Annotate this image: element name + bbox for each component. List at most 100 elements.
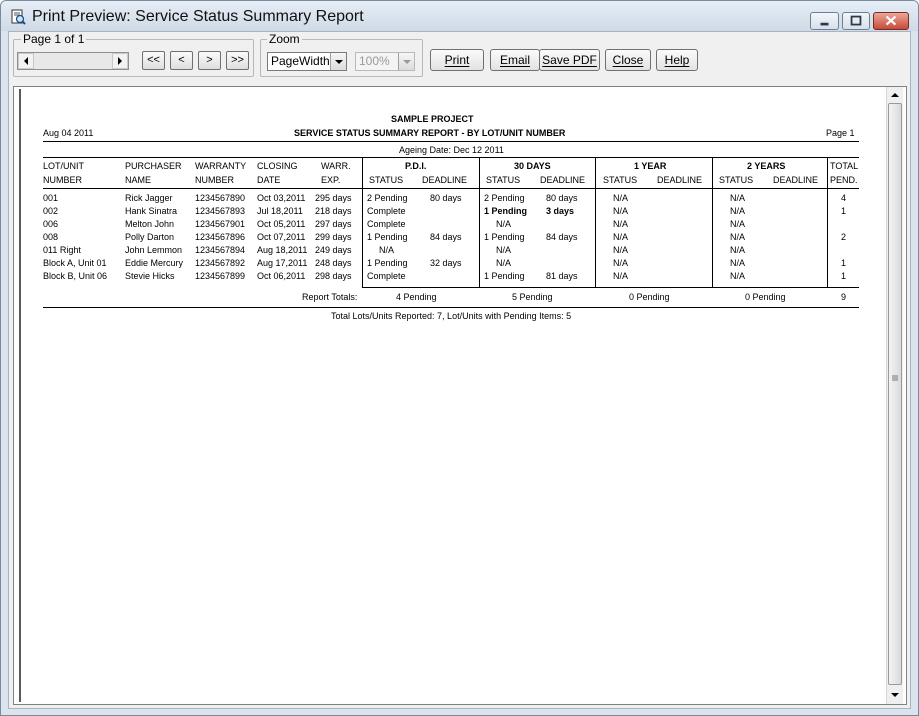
chevron-down-icon: [403, 60, 411, 64]
close-button-label: Close: [612, 53, 644, 67]
totals-rule: [362, 287, 859, 288]
col-1year-deadline: DEADLINE: [657, 175, 703, 185]
thirty-day-status-cell: 1 Pending: [484, 271, 525, 281]
ageing-rule: [43, 157, 859, 158]
close-button[interactable]: Close: [605, 49, 651, 71]
email-button-label: Email: [499, 53, 530, 67]
warranty-cell: 1234567894: [195, 245, 246, 255]
print-preview-icon: [11, 9, 26, 25]
warranty-cell: 1234567896: [195, 232, 246, 242]
next-page-button[interactable]: >: [198, 51, 221, 70]
purchaser-cell: John Lemmon: [125, 245, 183, 255]
one-year-status-cell: N/A: [613, 232, 629, 242]
closing-date-cell: Oct 03,2011: [257, 193, 306, 203]
one-year-status-cell: N/A: [613, 219, 629, 229]
totals-pending: 9: [841, 292, 847, 302]
close-window-button[interactable]: [873, 12, 909, 30]
col-divider-pdi: [362, 157, 363, 287]
print-button[interactable]: Print: [430, 49, 484, 71]
pdi-status-cell: 1 Pending: [367, 232, 408, 242]
preview-pane[interactable]: SAMPLE PROJECT Aug 04 2011 SERVICE STATU…: [13, 86, 907, 705]
previous-page-button[interactable]: <: [170, 51, 193, 70]
totals-pdi: 4 Pending: [396, 292, 437, 302]
col-30days: 30 DAYS: [514, 161, 551, 171]
save-pdf-button-label: Save PDF: [542, 53, 597, 67]
zoom-mode-dropdown-button[interactable]: [330, 53, 346, 70]
vertical-scrollbar[interactable]: [886, 87, 903, 704]
two-year-status-cell: N/A: [730, 245, 746, 255]
lot-cell: 002: [43, 206, 59, 216]
col-warranty-2: NUMBER: [195, 175, 235, 185]
totals-30days: 5 Pending: [512, 292, 553, 302]
warranty-cell: 1234567901: [195, 219, 246, 229]
pdi-status-cell: N/A: [379, 245, 395, 255]
warranty-exp-cell: 249 days: [315, 245, 352, 255]
report-project: SAMPLE PROJECT: [391, 114, 474, 124]
print-button-label: Print: [444, 53, 470, 67]
col-closing-2: DATE: [257, 175, 281, 185]
purchaser-cell: Eddie Mercury: [125, 258, 184, 268]
first-page-button[interactable]: <<: [142, 51, 165, 70]
closing-date-cell: Aug 17,2011: [257, 258, 308, 268]
scroll-left-button[interactable]: [18, 53, 34, 69]
scroll-down-button[interactable]: [887, 687, 903, 703]
thirty-day-status-cell: N/A: [496, 219, 512, 229]
pdi-deadline-cell: 84 days: [430, 232, 462, 242]
col-1year-status: STATUS: [603, 175, 638, 185]
col-divider-1year: [595, 157, 596, 287]
col-pdi-deadline: DEADLINE: [422, 175, 468, 185]
lot-cell: 001: [43, 193, 59, 203]
thirty-day-deadline-cell: 80 days: [546, 193, 578, 203]
lot-cell: Block A, Unit 01: [43, 258, 107, 268]
zoom-mode-select[interactable]: PageWidth: [267, 52, 347, 71]
column-header-rule: [43, 188, 859, 189]
col-1year: 1 YEAR: [634, 161, 667, 171]
pdi-status-cell: 1 Pending: [367, 258, 408, 268]
thirty-day-status-cell: 2 Pending: [484, 193, 525, 203]
pdi-status-cell: Complete: [367, 206, 406, 216]
scroll-thumb[interactable]: [888, 103, 902, 685]
minimize-button[interactable]: [810, 12, 839, 30]
lot-cell: Block B, Unit 06: [43, 271, 108, 281]
zoom-group: Zoom PageWidth 100%: [260, 32, 423, 77]
col-warr-1: WARR.: [321, 161, 351, 171]
scroll-up-button[interactable]: [887, 87, 903, 103]
help-button[interactable]: Help: [656, 49, 698, 71]
zoom-percent-dropdown-button[interactable]: [398, 53, 414, 70]
report-page-number: Page 1: [826, 128, 855, 138]
maximize-icon: [850, 15, 862, 26]
arrow-left-icon: [24, 57, 28, 65]
closing-date-cell: Jul 18,2011: [257, 206, 303, 216]
col-closing-1: CLOSING: [257, 161, 298, 171]
col-2years-status: STATUS: [719, 175, 754, 185]
warranty-exp-cell: 218 days: [315, 206, 352, 216]
totals-2years: 0 Pending: [745, 292, 786, 302]
maximize-button[interactable]: [842, 12, 870, 30]
email-button[interactable]: Email: [490, 49, 540, 71]
thirty-day-status-cell: N/A: [496, 258, 512, 268]
arrow-right-icon: [118, 57, 122, 65]
total-pending-cell: 1: [841, 206, 847, 216]
zoom-percent-select[interactable]: 100%: [355, 52, 415, 71]
scroll-right-button[interactable]: [112, 53, 128, 69]
title-bar[interactable]: Print Preview: Service Status Summary Re…: [1, 1, 918, 31]
page-scrollbar[interactable]: [17, 52, 129, 70]
window-title: Print Preview: Service Status Summary Re…: [32, 8, 364, 25]
last-page-button[interactable]: >>: [226, 51, 249, 70]
col-divider-30days: [479, 157, 480, 287]
col-30days-status: STATUS: [486, 175, 521, 185]
closing-date-cell: Oct 06,2011: [257, 271, 306, 281]
thirty-day-deadline-cell: 3 days: [546, 206, 575, 216]
totals-1year: 0 Pending: [629, 292, 670, 302]
two-year-status-cell: N/A: [730, 232, 746, 242]
warranty-cell: 1234567890: [195, 193, 246, 203]
one-year-status-cell: N/A: [613, 193, 629, 203]
warranty-exp-cell: 299 days: [315, 232, 352, 242]
pdi-deadline-cell: 32 days: [430, 258, 462, 268]
one-year-status-cell: N/A: [613, 245, 629, 255]
save-pdf-button[interactable]: Save PDF: [539, 49, 600, 71]
warranty-exp-cell: 295 days: [315, 193, 352, 203]
minimize-icon: [820, 22, 829, 26]
pdi-status-cell: Complete: [367, 271, 406, 281]
report-page: SAMPLE PROJECT Aug 04 2011 SERVICE STATU…: [19, 89, 883, 702]
